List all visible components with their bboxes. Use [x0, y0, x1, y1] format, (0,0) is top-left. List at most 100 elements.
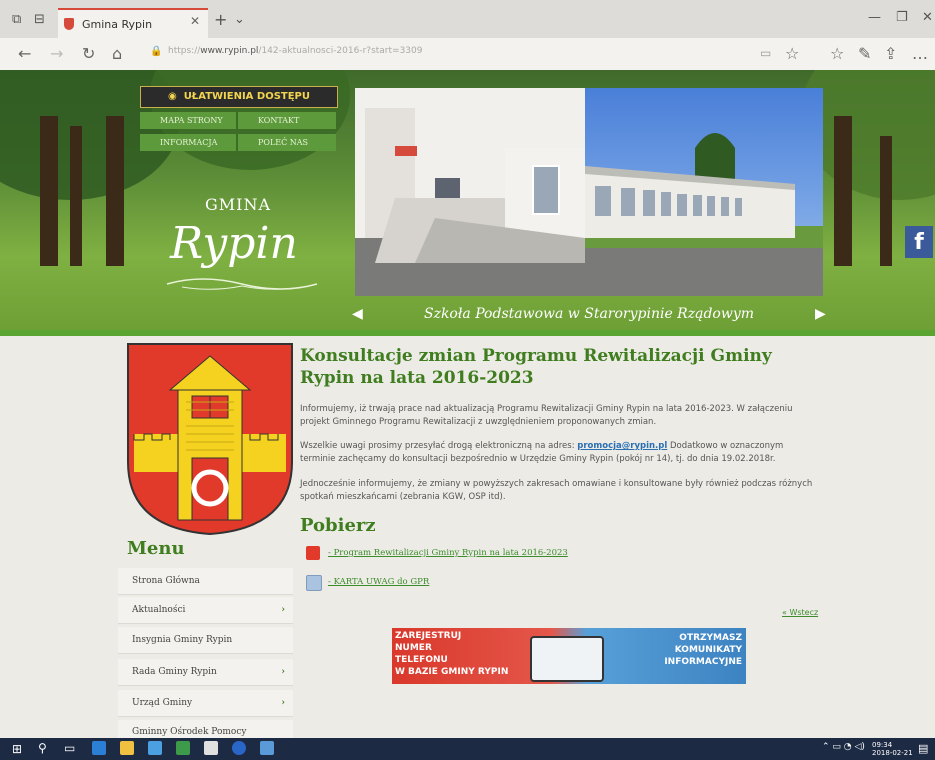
app-icon[interactable] [232, 741, 246, 755]
quick-link-sitemap[interactable]: MAPA STRONY [140, 112, 236, 129]
tab-title: Gmina Rypin [82, 18, 153, 31]
menu-item-home[interactable]: Strona Główna [118, 568, 293, 595]
email-link[interactable]: promocja@rypin.pl [577, 441, 667, 451]
chevron-right-icon: › [281, 667, 285, 677]
tree-trunk [40, 116, 58, 266]
logo-gmina-text: GMINA [205, 195, 272, 214]
url-path: /142-aktualnosci-2016-r?start=3309 [258, 46, 423, 56]
promo-line: ZAREJESTRUJ [395, 631, 462, 641]
close-tab-icon[interactable]: ✕ [190, 14, 200, 28]
tab-list-chevron-icon[interactable]: ⌄ [234, 12, 245, 27]
url-domain: www.rypin.pl [200, 46, 259, 56]
logo-ornament [166, 278, 318, 290]
url-prefix: https:// [168, 46, 201, 56]
quick-link-label: POLEĆ NAS [258, 138, 309, 147]
pen-note-icon[interactable]: ✎ [858, 44, 871, 63]
more-menu-icon[interactable]: … [912, 44, 928, 63]
promo-line: OTRZYMASZ [679, 633, 742, 643]
download-link-program[interactable]: - Program Rewitalizacji Gminy Rypin na l… [328, 548, 568, 558]
menu-item-social-aid[interactable]: Gminny Ośrodek Pomocy [118, 720, 293, 739]
download-heading: Pobierz [300, 515, 376, 536]
logo-rypin-text[interactable]: Rypin [170, 218, 298, 269]
download-link-karta[interactable]: - KARTA UWAG do GPR [328, 577, 429, 587]
tree-trunk [834, 116, 852, 266]
menu-item-label: Gminny Ośrodek Pomocy [132, 727, 247, 737]
menu-item-news[interactable]: Aktualności › [118, 597, 293, 624]
excel-icon[interactable] [176, 741, 190, 755]
search-icon[interactable]: ⚲ [38, 741, 47, 755]
system-tray-icons[interactable]: ⌃ ▭ ◔ ◁) [822, 742, 865, 752]
quick-link-recommend[interactable]: POLEĆ NAS [238, 134, 336, 151]
task-view-icon[interactable]: ▭ [64, 741, 75, 755]
school-building-image [355, 88, 823, 296]
facebook-icon[interactable]: f [905, 226, 933, 258]
article-paragraph-3: Jednocześnie informujemy, że zmiany w po… [300, 479, 813, 502]
close-window-icon[interactable]: ✕ [922, 10, 933, 25]
menu-item-office[interactable]: Urząd Gminy › [118, 690, 293, 717]
quick-link-contact[interactable]: KONTAKT [238, 112, 336, 129]
quick-link-information[interactable]: INFORMACJA [140, 134, 236, 151]
promo-line: KOMUNIKATY [674, 645, 742, 655]
file-explorer-icon[interactable] [120, 741, 134, 755]
coat-of-arms [127, 343, 293, 536]
url-field[interactable]: https://www.rypin.pl/142-aktualnosci-201… [168, 46, 422, 56]
favorites-hub-icon[interactable]: ☆ [830, 44, 844, 63]
accessibility-button[interactable]: ◉ UŁATWIENIA DOSTĘPU [140, 86, 338, 108]
eye-icon: ◉ [167, 91, 177, 102]
edge-browser-icon[interactable] [92, 741, 106, 755]
promo-line: TELEFONU [395, 655, 448, 665]
tree-trunk [106, 116, 124, 266]
menu-item-label: Urząd Gminy [132, 698, 193, 708]
slider-photo[interactable] [355, 88, 823, 296]
accessibility-label: UŁATWIENIA DOSTĘPU [183, 91, 311, 102]
mail-icon[interactable] [204, 741, 218, 755]
menu-item-council[interactable]: Rada Gminy Rypin › [118, 659, 293, 686]
notifications-icon[interactable]: ▤ [918, 742, 928, 755]
tab-actions-icon[interactable]: ⧉ [12, 12, 21, 27]
doc-file-icon [306, 575, 322, 591]
chevron-right-icon: › [281, 605, 285, 615]
site-favicon-icon [64, 18, 74, 30]
refresh-icon[interactable]: ↻ [82, 44, 95, 63]
minimize-icon[interactable]: — [868, 10, 881, 25]
slider-caption: Szkoła Podstawowa w Starorypinie Rządowy… [423, 306, 755, 322]
home-icon[interactable]: ⌂ [112, 44, 122, 63]
set-tabs-aside-icon[interactable]: ⊟ [34, 12, 45, 27]
quick-link-label: KONTAKT [258, 116, 300, 125]
share-icon[interactable]: ⇪ [884, 44, 897, 63]
windows-start-icon[interactable]: ⊞ [12, 742, 22, 756]
clock-time: 09:34 [872, 741, 893, 749]
quick-link-label: MAPA STRONY [160, 116, 223, 125]
paragraph-text: Wszelkie uwagi prosimy przesyłać drogą e… [300, 441, 578, 451]
quick-link-label: INFORMACJA [160, 138, 218, 147]
reading-view-icon[interactable]: ▭ [760, 46, 771, 60]
menu-item-label: Insygnia Gminy Rypin [132, 635, 233, 645]
promo-line: INFORMACYJNE [664, 657, 742, 667]
chevron-right-icon: › [281, 698, 285, 708]
internet-explorer-icon[interactable] [148, 741, 162, 755]
windows-taskbar [0, 738, 935, 760]
lock-icon: 🔒 [150, 46, 163, 57]
tree-trunk [70, 126, 82, 266]
promo-line: NUMER [395, 643, 432, 653]
tree-trunk [880, 136, 892, 266]
taskbar-clock[interactable]: 09:34 2018-02-21 [872, 741, 913, 757]
new-tab-icon[interactable]: + [214, 10, 227, 29]
maximize-icon[interactable]: ❐ [896, 10, 908, 25]
article-paragraph-1: Informujemy, iż trwają prace nad aktuali… [300, 404, 793, 427]
slider-next-icon[interactable]: ▶ [815, 306, 826, 322]
favorite-star-icon[interactable]: ☆ [785, 44, 799, 63]
forward-icon[interactable]: → [50, 44, 63, 63]
tab-gmina-rypin[interactable]: Gmina Rypin [58, 8, 208, 40]
menu-item-label: Aktualności [132, 605, 186, 615]
photos-icon[interactable] [260, 741, 274, 755]
clock-date: 2018-02-21 [872, 749, 913, 757]
back-link[interactable]: « Wstecz [782, 608, 818, 617]
menu-item-insignia[interactable]: Insygnia Gminy Rypin [118, 627, 293, 654]
promo-left-text: ZAREJESTRUJ NUMER TELEFONU W BAZIE GMINY… [395, 630, 508, 678]
promo-line: W BAZIE GMINY RYPIN [395, 667, 509, 677]
promo-right-text: OTRZYMASZ KOMUNIKATY INFORMACYJNE [650, 632, 742, 668]
back-icon[interactable]: ← [18, 44, 31, 63]
menu-item-label: Strona Główna [132, 576, 200, 586]
article-paragraph-2: Wszelkie uwagi prosimy przesyłać drogą e… [300, 440, 820, 466]
